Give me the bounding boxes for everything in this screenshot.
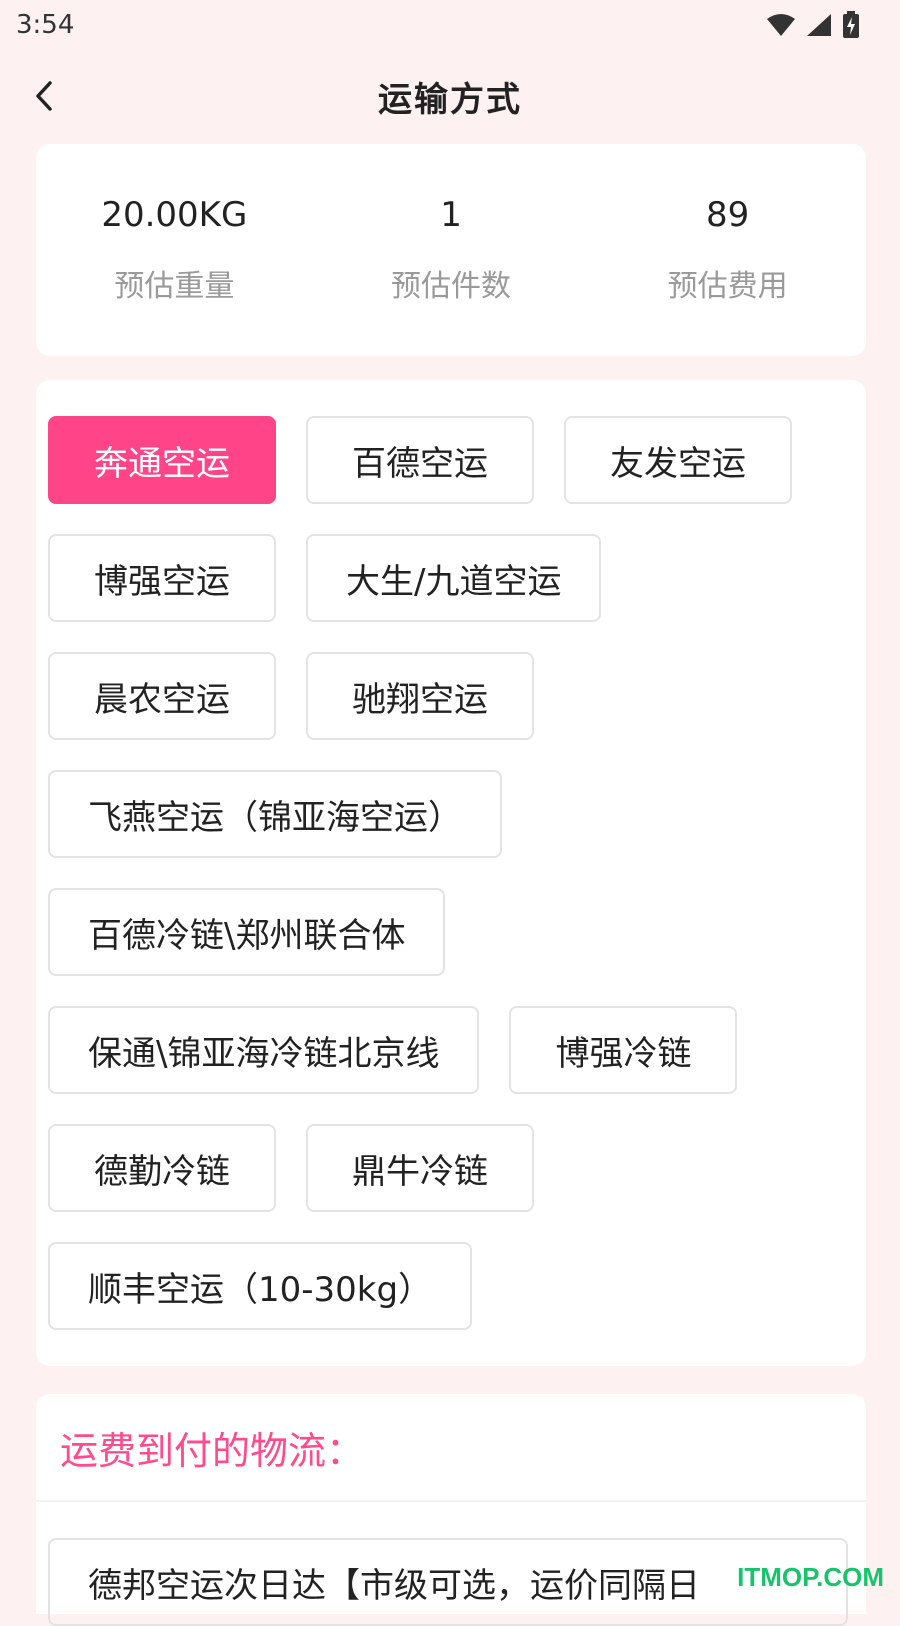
- option-row: 顺丰空运（10-30kg）: [48, 1242, 866, 1330]
- watermark: ITMOP.COM: [737, 1562, 884, 1592]
- chevron-left-icon: [36, 81, 52, 111]
- option-button[interactable]: 飞燕空运（锦亚海空运）: [48, 770, 502, 858]
- estimate-count-value: 1: [440, 195, 462, 235]
- collect-on-delivery-title: 运费到付的物流：: [36, 1394, 866, 1502]
- back-button[interactable]: [24, 72, 64, 120]
- header: 运输方式: [0, 56, 900, 136]
- option-button[interactable]: 百德冷链\郑州联合体: [48, 888, 446, 976]
- option-row: 飞燕空运（锦亚海空运）: [48, 770, 866, 858]
- estimate-fee-value: 89: [706, 195, 750, 235]
- option-button[interactable]: 德勤冷链: [48, 1124, 276, 1212]
- status-icons: [766, 11, 860, 39]
- estimate-count: 1 预估件数: [313, 195, 590, 305]
- collect-option-button[interactable]: 德邦空运次日达【市级可选，运价同隔日: [48, 1538, 848, 1626]
- option-button[interactable]: 友发空运: [564, 416, 792, 504]
- option-button-selected[interactable]: 奔通空运: [48, 416, 276, 504]
- estimate-summary-card: 20.00KG 预估重量 1 预估件数 89 预估费用: [36, 144, 866, 356]
- option-row: 百德冷链\郑州联合体: [48, 888, 866, 976]
- estimate-weight: 20.00KG 预估重量: [36, 195, 313, 305]
- option-button[interactable]: 保通\锦亚海冷链北京线: [48, 1006, 480, 1094]
- option-button[interactable]: 博强冷链: [509, 1006, 738, 1094]
- option-button[interactable]: 顺丰空运（10-30kg）: [48, 1242, 473, 1330]
- option-row: 博强空运 大生/九道空运: [48, 534, 866, 622]
- option-button[interactable]: 驰翔空运: [306, 652, 534, 740]
- option-button[interactable]: 百德空运: [306, 416, 534, 504]
- estimate-fee-label: 预估费用: [667, 269, 788, 304]
- option-button[interactable]: 晨农空运: [48, 652, 276, 740]
- option-row: 晨农空运 驰翔空运: [48, 652, 866, 740]
- estimate-fee: 89 预估费用: [589, 195, 866, 305]
- option-button[interactable]: 博强空运: [48, 534, 276, 622]
- option-button[interactable]: 大生/九道空运: [306, 534, 602, 622]
- page-title: 运输方式: [378, 79, 522, 120]
- estimate-count-label: 预估件数: [391, 269, 511, 304]
- battery-icon: [843, 11, 859, 38]
- estimate-weight-label: 预估重量: [114, 269, 235, 304]
- wifi-icon: [767, 14, 795, 36]
- estimate-weight-value: 20.00KG: [101, 195, 248, 235]
- option-row: 德勤冷链 鼎牛冷链: [48, 1124, 866, 1212]
- option-row: 保通\锦亚海冷链北京线 博强冷链: [48, 1006, 866, 1094]
- status-bar: 3:54: [0, 0, 900, 50]
- signal-icon: [807, 14, 831, 36]
- option-button[interactable]: 鼎牛冷链: [306, 1124, 534, 1212]
- status-time: 3:54: [16, 10, 75, 40]
- option-row: 奔通空运 百德空运 友发空运: [48, 416, 866, 504]
- transport-options-card: 奔通空运 百德空运 友发空运 博强空运 大生/九道空运 晨农空运 驰翔空运 飞燕…: [36, 380, 866, 1366]
